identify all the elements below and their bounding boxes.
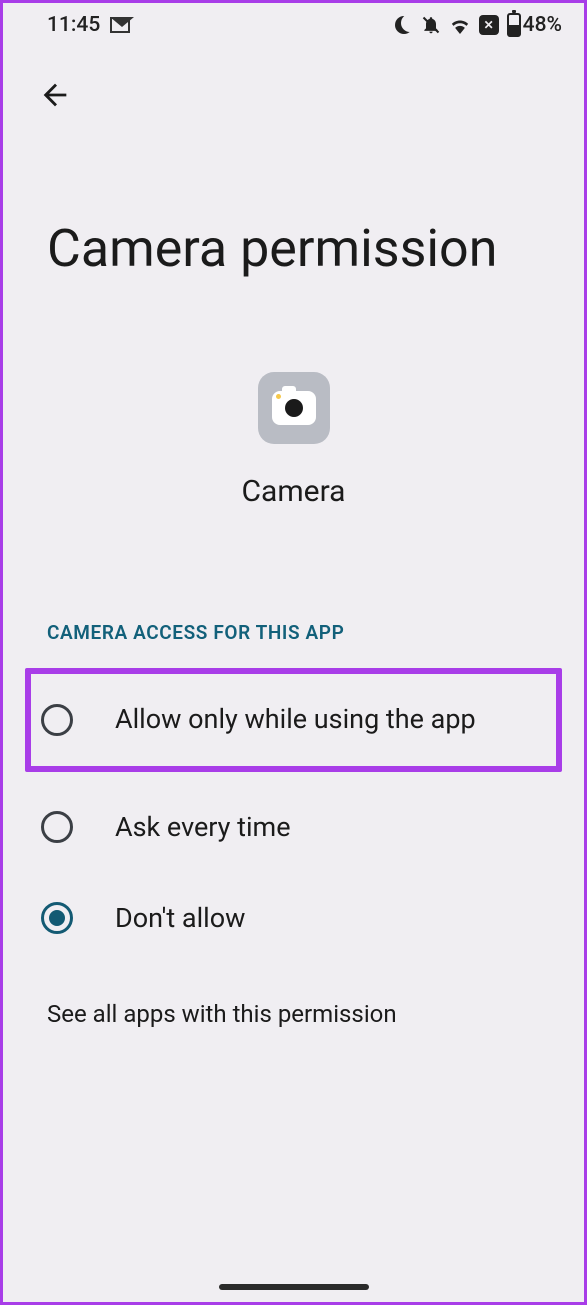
close-square-icon: ✕ (479, 15, 499, 35)
page-title: Camera permission (3, 119, 584, 280)
back-button[interactable] (31, 71, 79, 119)
section-header: CAMERA ACCESS FOR THIS APP (3, 621, 584, 644)
see-all-apps-link[interactable]: See all apps with this permission (3, 970, 584, 1058)
app-icon (258, 372, 330, 444)
status-left: 11:45 (47, 13, 130, 37)
camera-icon (272, 391, 316, 425)
battery-icon (507, 13, 521, 37)
radio-icon (41, 811, 73, 843)
gmail-icon (110, 17, 130, 33)
option-label: Ask every time (115, 810, 291, 845)
app-name: Camera (242, 474, 346, 509)
nav-handle[interactable] (219, 1284, 369, 1290)
app-block: Camera (3, 372, 584, 509)
battery-indicator: 48% (507, 13, 562, 37)
wifi-icon (449, 16, 471, 34)
dnd-moon-icon (395, 16, 413, 34)
status-right: ✕ 48% (395, 13, 562, 37)
option-dont-allow[interactable]: Don't allow (31, 873, 556, 964)
arrow-back-icon (38, 78, 72, 112)
battery-percent: 48% (523, 13, 562, 37)
option-ask-every-time[interactable]: Ask every time (31, 782, 556, 873)
radio-icon-selected (41, 902, 73, 934)
option-label: Don't allow (115, 901, 245, 936)
option-label: Allow only while using the app (115, 702, 476, 737)
option-allow-while-using[interactable]: Allow only while using the app (25, 668, 562, 771)
mute-bell-icon (421, 15, 441, 35)
radio-icon (41, 704, 73, 736)
status-time: 11:45 (47, 13, 100, 37)
permission-options: Allow only while using the app Ask every… (3, 668, 584, 963)
status-bar: 11:45 ✕ 48% (3, 3, 584, 43)
